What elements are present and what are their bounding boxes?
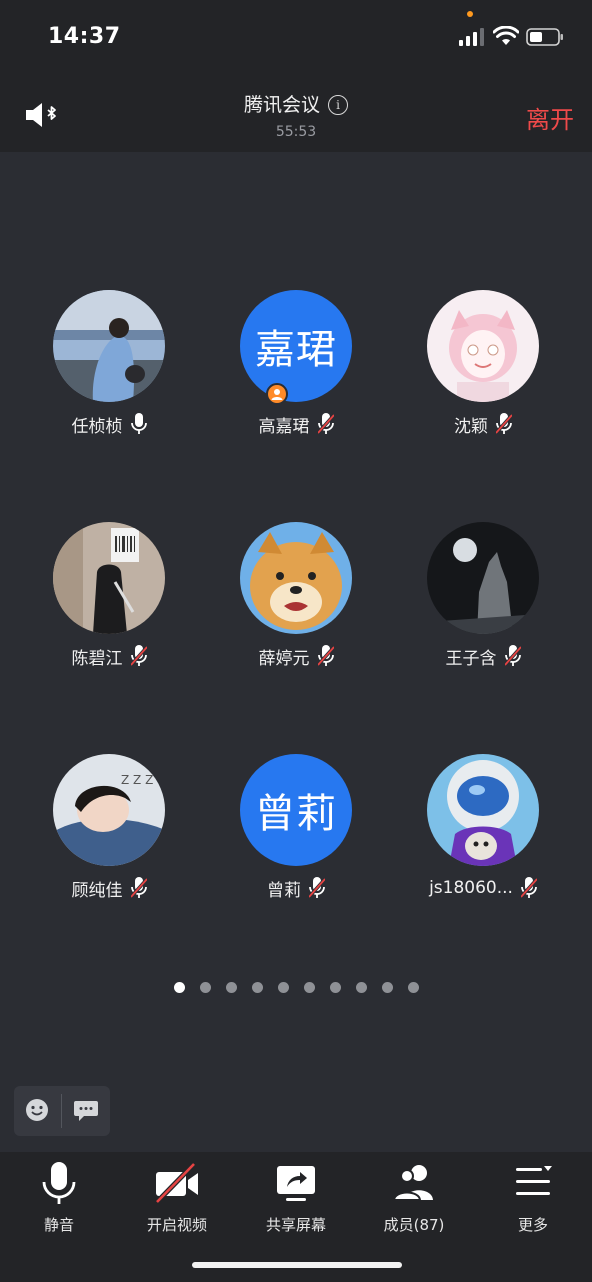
video-off-icon [155, 1162, 198, 1204]
participant-tile[interactable]: 嘉珺 高嘉珺 [221, 290, 371, 437]
more-menu-icon [516, 1166, 552, 1195]
participant-name: 沈颖 [454, 416, 488, 437]
start-video-label: 开启视频 [146, 1216, 207, 1234]
leave-button[interactable]: 离开 [526, 100, 574, 135]
emoji-icon[interactable] [25, 1098, 49, 1122]
participant-name: js18060... [429, 878, 513, 898]
participant-name: 陈碧江 [71, 648, 123, 669]
microphone-icon [42, 1162, 76, 1204]
mic-muted-icon [520, 877, 537, 899]
page-dot[interactable] [199, 982, 211, 993]
participant-name: 顾纯佳 [71, 880, 123, 901]
participant-tile[interactable]: 沈颖 [408, 290, 558, 437]
floating-action-bar [14, 1086, 110, 1136]
battery-icon [526, 28, 563, 46]
page-dot[interactable] [381, 982, 393, 993]
page-dot[interactable] [251, 982, 263, 993]
participant-avatar [427, 754, 539, 866]
host-badge-icon [266, 383, 288, 405]
page-dot[interactable] [225, 982, 237, 993]
page-dot[interactable] [277, 982, 289, 993]
mute-button[interactable]: 静音 [0, 1160, 118, 1235]
mic-on-icon [130, 413, 147, 434]
share-screen-label: 共享屏幕 [265, 1216, 326, 1234]
mute-label: 静音 [43, 1216, 74, 1234]
info-icon[interactable]: i [328, 95, 348, 115]
privacy-indicator-dot [467, 11, 473, 17]
share-screen-button[interactable]: 共享屏幕 [237, 1160, 355, 1235]
page-dot[interactable] [303, 982, 315, 993]
status-time: 14:37 [48, 24, 121, 49]
participant-name: 曾莉 [267, 880, 301, 901]
mic-muted-icon [309, 877, 325, 899]
participant-avatar [427, 522, 539, 634]
share-screen-icon [277, 1166, 315, 1201]
start-video-button[interactable]: 开启视频 [118, 1160, 236, 1235]
participant-avatar [427, 290, 539, 402]
mic-muted-icon [130, 645, 147, 667]
more-label: 更多 [517, 1216, 548, 1234]
participant-tile[interactable]: 薛婷元 [221, 522, 371, 669]
participant-name: 王子含 [445, 648, 497, 669]
participant-avatar: Z Z Z [53, 754, 165, 866]
participant-avatar [53, 522, 165, 634]
svg-text:Z Z Z: Z Z Z [121, 773, 153, 787]
participant-tile[interactable]: Z Z Z 顾纯佳 [34, 754, 184, 901]
cellular-signal-icon [459, 28, 484, 46]
participant-avatar [240, 522, 352, 634]
mic-muted-icon [317, 645, 334, 667]
participant-avatar: 嘉珺 [240, 290, 352, 402]
mic-muted-icon [130, 877, 147, 899]
members-icon [392, 1165, 433, 1201]
participant-name: 薛婷元 [258, 648, 310, 669]
page-dot[interactable] [173, 982, 185, 993]
participant-tile[interactable]: 陈碧江 [34, 522, 184, 669]
participant-avatar: 曾莉 [240, 754, 352, 866]
chat-icon[interactable] [74, 1100, 98, 1122]
members-label: 成员(87) [383, 1216, 445, 1234]
page-dot[interactable] [407, 982, 419, 993]
mic-muted-icon [317, 413, 334, 435]
more-button[interactable]: 更多 [474, 1160, 592, 1235]
mic-muted-icon [504, 645, 521, 667]
mic-muted-icon [496, 413, 512, 435]
participant-tile[interactable]: 任桢桢 [34, 290, 184, 437]
participant-tile[interactable]: 曾莉 曾莉 [221, 754, 371, 901]
meeting-header: 腾讯会议 i 55:53 离开 [0, 76, 592, 152]
meeting-title[interactable]: 腾讯会议 [244, 94, 320, 116]
meeting-duration: 55:53 [275, 124, 317, 140]
home-indicator[interactable] [192, 1262, 402, 1268]
page-dot[interactable] [329, 982, 341, 993]
participant-tile[interactable]: js18060... [408, 754, 558, 900]
members-button[interactable]: 成员(87) [355, 1160, 473, 1235]
participant-name: 高嘉珺 [258, 416, 310, 437]
divider [61, 1094, 62, 1128]
participant-name: 任桢桢 [71, 416, 123, 437]
page-indicator[interactable] [0, 982, 592, 993]
participant-avatar [53, 290, 165, 402]
wifi-icon [493, 26, 519, 45]
participant-tile[interactable]: 王子含 [408, 522, 558, 669]
page-dot[interactable] [355, 982, 367, 993]
status-bar: 14:37 [0, 0, 592, 76]
